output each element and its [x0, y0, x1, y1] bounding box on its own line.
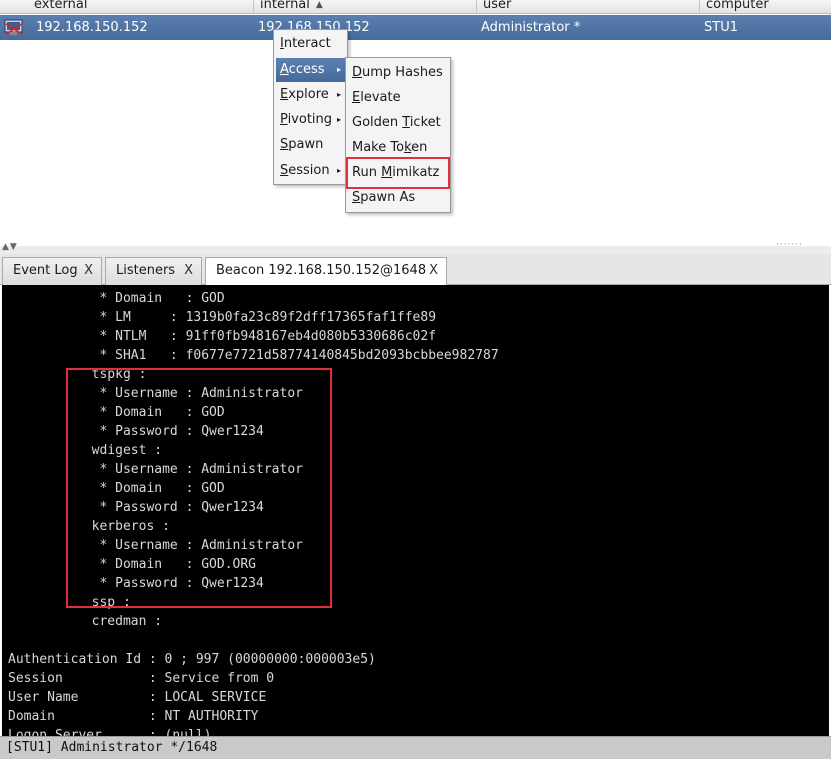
menu-item-spawn[interactable]: Spawn [276, 133, 345, 157]
submenu-arrow-icon: ▸ [336, 166, 341, 175]
column-label: computer [706, 0, 769, 12]
menu-label: nteract [283, 36, 331, 51]
session-context-menu: Interact Access ▸ Explore ▸ Pivoting ▸ Spaw… [273, 29, 348, 185]
menu-label: ump Hashes [362, 65, 443, 80]
session-row[interactable]: 192.168.150.152 192.168.150.152 Administ… [0, 15, 831, 40]
tab-label: Listeners [116, 263, 176, 278]
console-line: Authentication Id : 0 ; 997 (00000000:00… [8, 652, 376, 667]
mnemonic: E [352, 90, 361, 105]
tab-label: Event Log [13, 263, 78, 278]
submenu-arrow-icon: ▸ [336, 90, 341, 99]
menu-label: pawn [288, 137, 324, 152]
menu-label: ccess [288, 62, 325, 77]
access-submenu: Dump Hashes Elevate Golden Ticket Make T… [345, 57, 451, 213]
menu-label: pawn As [360, 190, 416, 205]
menu-item-access[interactable]: Access ▸ [276, 58, 345, 82]
mnemonic: A [280, 62, 289, 77]
console-line: credman : [76, 614, 163, 629]
column-label: internal [260, 0, 310, 12]
menu-label: ession [288, 163, 330, 178]
menu-label: Golden [352, 115, 403, 130]
tab-listeners[interactable]: Listeners X [105, 257, 202, 285]
console-line: Session : Service from 0 [8, 671, 275, 686]
column-header-user[interactable]: user [476, 0, 700, 13]
menu-label: xplore [288, 87, 329, 102]
menu-label: ivoting [287, 112, 333, 127]
mnemonic: D [352, 65, 363, 80]
console-line: * LM : 1319b0fa23c89f2dff17365faf1ffe89 [76, 310, 437, 325]
mnemonic: E [280, 87, 289, 102]
cell-computer: STU1 [704, 20, 738, 35]
sort-ascending-icon: ▲ [315, 0, 323, 10]
mnemonic: P [280, 112, 288, 127]
menu-label: levate [360, 90, 401, 105]
close-icon[interactable]: X [429, 258, 438, 284]
sessions-table-header: external internal ▲ user computer [0, 0, 831, 14]
status-bar: [STU1] Administrator */1648 [0, 736, 831, 759]
beacon-console-output[interactable]: * Domain : GOD * LM : 1319b0fa23c89f2dff… [2, 285, 829, 736]
console-line: * SHA1 : f0677e7721d58774140845bd2093bcb… [76, 348, 499, 363]
console-line: Logon Server : (null) [8, 728, 212, 736]
close-icon[interactable]: X [184, 258, 193, 284]
menu-item-golden-ticket[interactable]: Golden Ticket [348, 111, 448, 135]
menu-item-session[interactable]: Session ▸ [276, 159, 345, 183]
column-header-computer[interactable]: computer [699, 0, 831, 13]
menu-item-pivoting[interactable]: Pivoting ▸ [276, 108, 345, 132]
menu-item-elevate[interactable]: Elevate [348, 86, 448, 110]
column-header-external[interactable]: external [28, 0, 256, 13]
tab-bar: Event Log X Listeners X Beacon 192.168.150… [0, 254, 831, 286]
menu-item-explore[interactable]: Explore ▸ [276, 83, 345, 107]
menu-label: en [411, 140, 428, 155]
highlight-box-mimikatz [346, 157, 450, 189]
column-label: user [483, 0, 512, 12]
close-icon[interactable]: X [84, 258, 93, 284]
collapse-arrows-icon[interactable]: ▲▼ [2, 242, 18, 252]
highlight-box-credentials [66, 368, 332, 608]
submenu-arrow-icon: ▸ [336, 115, 341, 124]
console-line: * NTLM : 91ff0fb948167eb4d080b5330686c02… [76, 329, 437, 344]
console-line: * Domain : GOD [76, 291, 225, 306]
column-header-internal[interactable]: internal ▲ [253, 0, 477, 13]
menu-label: icket [409, 115, 441, 130]
cell-user: Administrator * [481, 20, 581, 35]
beacon-host-icon [2, 18, 26, 37]
console-line: User Name : LOCAL SERVICE [8, 690, 267, 705]
mnemonic: T [402, 115, 410, 130]
column-label: external [34, 0, 88, 12]
menu-item-interact[interactable]: Interact [276, 32, 345, 56]
submenu-arrow-icon: ▸ [336, 65, 341, 74]
menu-item-spawn-as[interactable]: Spawn As [348, 186, 448, 210]
console-line: Domain : NT AUTHORITY [8, 709, 259, 724]
grip-icon: ······· [775, 240, 803, 250]
split-pane-divider[interactable]: ▲▼ ······· [0, 240, 831, 254]
tab-event-log[interactable]: Event Log X [2, 257, 102, 285]
cell-external: 192.168.150.152 [36, 20, 148, 35]
menu-label: Make To [352, 140, 405, 155]
tab-label: Beacon 192.168.150.152@1648 [216, 263, 427, 278]
tab-beacon[interactable]: Beacon 192.168.150.152@1648 X [205, 257, 447, 286]
menu-item-dump-hashes[interactable]: Dump Hashes [348, 61, 448, 85]
